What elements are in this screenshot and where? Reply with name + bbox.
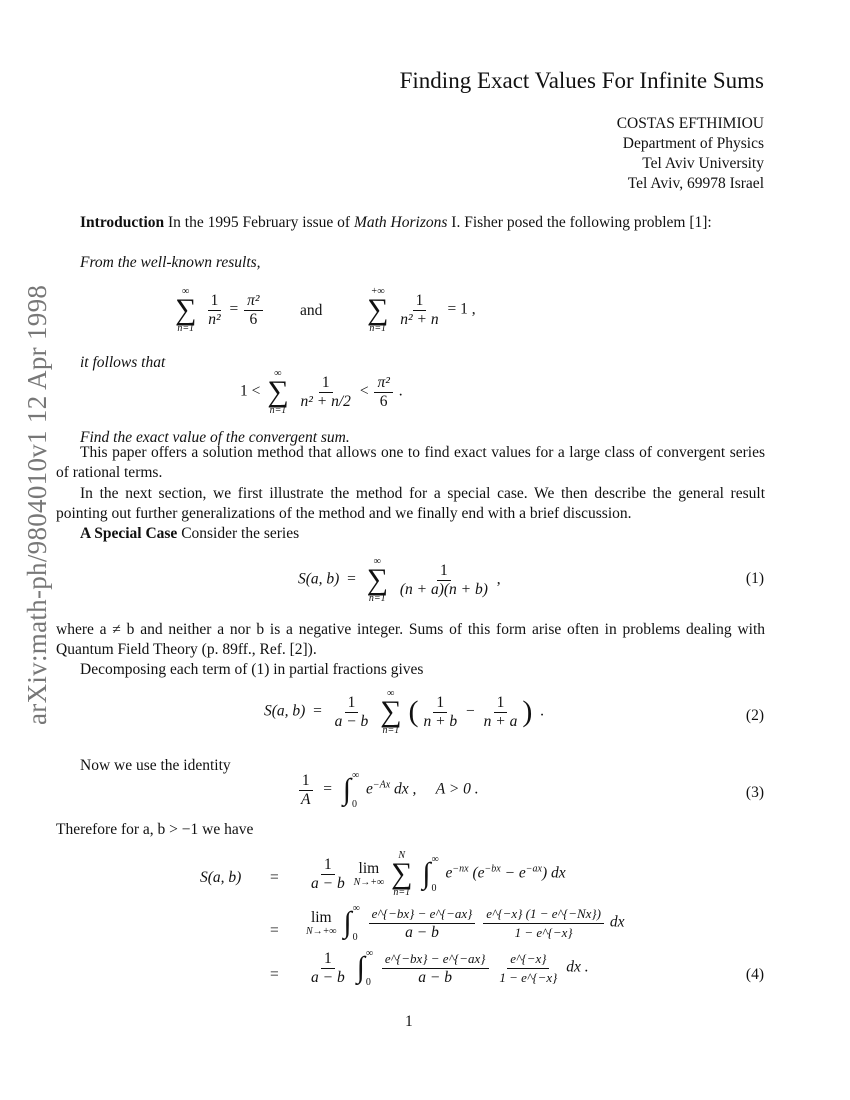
affiliation-line: Tel Aviv University bbox=[642, 155, 764, 172]
intro-heading: Introduction bbox=[80, 214, 165, 231]
paragraph-1: This paper offers a solution method that… bbox=[56, 444, 765, 481]
decomposition-text: Decomposing each term of (1) in partial … bbox=[80, 661, 424, 678]
special-case-heading: A Special Case bbox=[80, 525, 178, 542]
special-case-paragraph: A Special Case Consider the series bbox=[56, 524, 765, 544]
paper-title: Finding Exact Values For Infinite Sums bbox=[399, 68, 764, 93]
equation-4-line-1: 1a − b lim N→+∞ N ∑ n=1 ∫ ∞ 0 e−nx (e−bx − e−… bbox=[311, 850, 566, 898]
equation-number: (3) bbox=[745, 784, 764, 801]
special-intro-text: Consider the series bbox=[177, 525, 300, 542]
intro-paragraph: Introduction In the 1995 February issue … bbox=[56, 213, 765, 233]
sum-symbol: ∞ ∑ n=1 bbox=[175, 286, 197, 334]
follows-text: it follows that bbox=[80, 354, 166, 371]
equation-number: (1) bbox=[745, 570, 764, 587]
quote-line: From the well-known results, bbox=[80, 254, 261, 271]
paper-page: arXiv:math-ph/9804010v1 12 Apr 1998 Find… bbox=[0, 0, 850, 1100]
affiliation-line: Tel Aviv, 69978 Israel bbox=[627, 175, 764, 192]
journal-name: Math Horizons bbox=[353, 214, 448, 231]
arxiv-sidebar-stamp: arXiv:math-ph/9804010v1 12 Apr 1998 bbox=[22, 284, 52, 725]
equation-number: (2) bbox=[745, 707, 764, 724]
author-block: COSTAS EFTHIMIOU Department of Physics T… bbox=[617, 114, 764, 194]
intro-text: I. Fisher posed the following problem [1… bbox=[447, 214, 712, 231]
equation-basel: ∞ ∑ n=1 1 n² = π² 6 bbox=[172, 286, 265, 334]
where-paragraph: where a ≠ b and neither a nor b is a neg… bbox=[56, 621, 765, 658]
page-number: 1 bbox=[405, 1013, 413, 1030]
equation-4-lhs: S(a, b) bbox=[200, 869, 242, 886]
intro-text: In the 1995 February issue of bbox=[164, 214, 354, 231]
paragraph-2: In the next section, we first illustrate… bbox=[56, 485, 765, 522]
equals-sign: = bbox=[270, 966, 279, 983]
equation-3: 1A = ∫ ∞ 0 e−Ax dx , A > 0 . bbox=[296, 770, 479, 810]
equals-sign: = bbox=[270, 869, 279, 886]
equation-number: (4) bbox=[745, 966, 764, 983]
inequality: 1 < ∞ ∑ n=1 1 n² + n/2 < π² 6 . bbox=[240, 368, 403, 416]
equation-2: S(a, b) = 1a − b ∞ ∑ n=1 (1 n + b − 1n + a)… bbox=[264, 688, 544, 736]
and-word: and bbox=[300, 302, 323, 319]
affiliation-line: Department of Physics bbox=[622, 135, 764, 152]
author-name: COSTAS EFTHIMIOU bbox=[616, 115, 764, 132]
equals-sign: = bbox=[270, 922, 279, 939]
therefore-text: Therefore for a, b > −1 we have bbox=[56, 821, 254, 838]
equation-telescoping: +∞ ∑ n=1 1 n² + n = 1 , bbox=[367, 286, 476, 334]
equation-4-line-3: 1a − b ∫ ∞ 0 e^{−bx} − e^{−ax} a − b e^{−x}… bbox=[311, 948, 589, 988]
equation-4-line-2: lim N→+∞ ∫ ∞ 0 e^{−bx} − e^{−ax} a − b e^{−x… bbox=[306, 903, 625, 943]
equation-1: S(a, b) = ∞ ∑ n=1 1 (n + a)(n + b) , bbox=[298, 556, 501, 604]
